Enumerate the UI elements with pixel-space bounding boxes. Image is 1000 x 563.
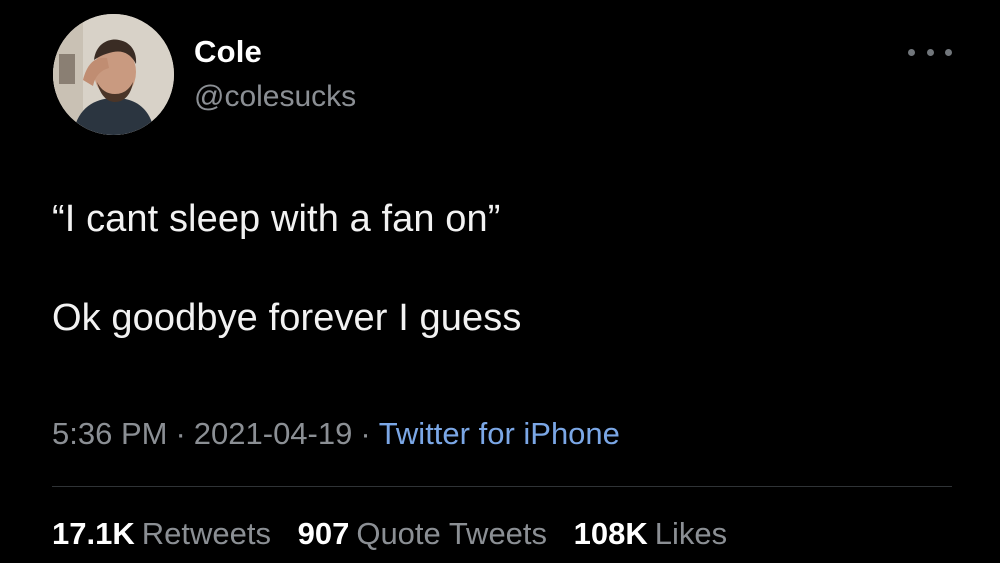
retweets-stat[interactable]: 17.1K Retweets	[52, 516, 271, 552]
likes-label: Likes	[654, 516, 728, 551]
tweet-time[interactable]: 5:36 PM	[52, 416, 167, 451]
avatar[interactable]	[53, 14, 174, 135]
more-horizontal-icon-dot	[945, 48, 952, 56]
likes-stat[interactable]: 108K Likes	[574, 516, 727, 552]
more-horizontal-icon	[908, 48, 915, 56]
tweet-card: Cole @colesucks “I cant sleep with a fan…	[0, 0, 1000, 563]
likes-count: 108K	[573, 516, 648, 551]
quote-tweets-label: Quote Tweets	[356, 516, 548, 551]
retweets-count: 17.1K	[52, 516, 135, 551]
display-name[interactable]: Cole	[194, 34, 262, 70]
more-options-button[interactable]	[908, 40, 952, 64]
user-handle[interactable]: @colesucks	[194, 80, 356, 114]
tweet-date[interactable]: 2021-04-19	[194, 416, 353, 451]
quote-tweets-stat[interactable]: 907 Quote Tweets	[298, 516, 547, 552]
separator: ·	[175, 416, 186, 451]
retweets-label: Retweets	[141, 516, 271, 551]
tweet-text-line: Ok goodbye forever I guess	[52, 297, 522, 339]
engagement-stats: 17.1K Retweets 907 Quote Tweets 108K Likes	[52, 516, 745, 552]
quote-tweets-count: 907	[297, 516, 350, 551]
tweet-text-line: “I cant sleep with a fan on”	[52, 198, 501, 240]
tweet-metadata: 5:36 PM · 2021-04-19 · Twitter for iPhone	[52, 416, 620, 452]
divider	[52, 486, 952, 487]
avatar-photo	[53, 14, 174, 135]
more-horizontal-icon-dot	[926, 48, 934, 56]
separator: ·	[360, 416, 371, 451]
tweet-source-link[interactable]: Twitter for iPhone	[379, 416, 620, 451]
